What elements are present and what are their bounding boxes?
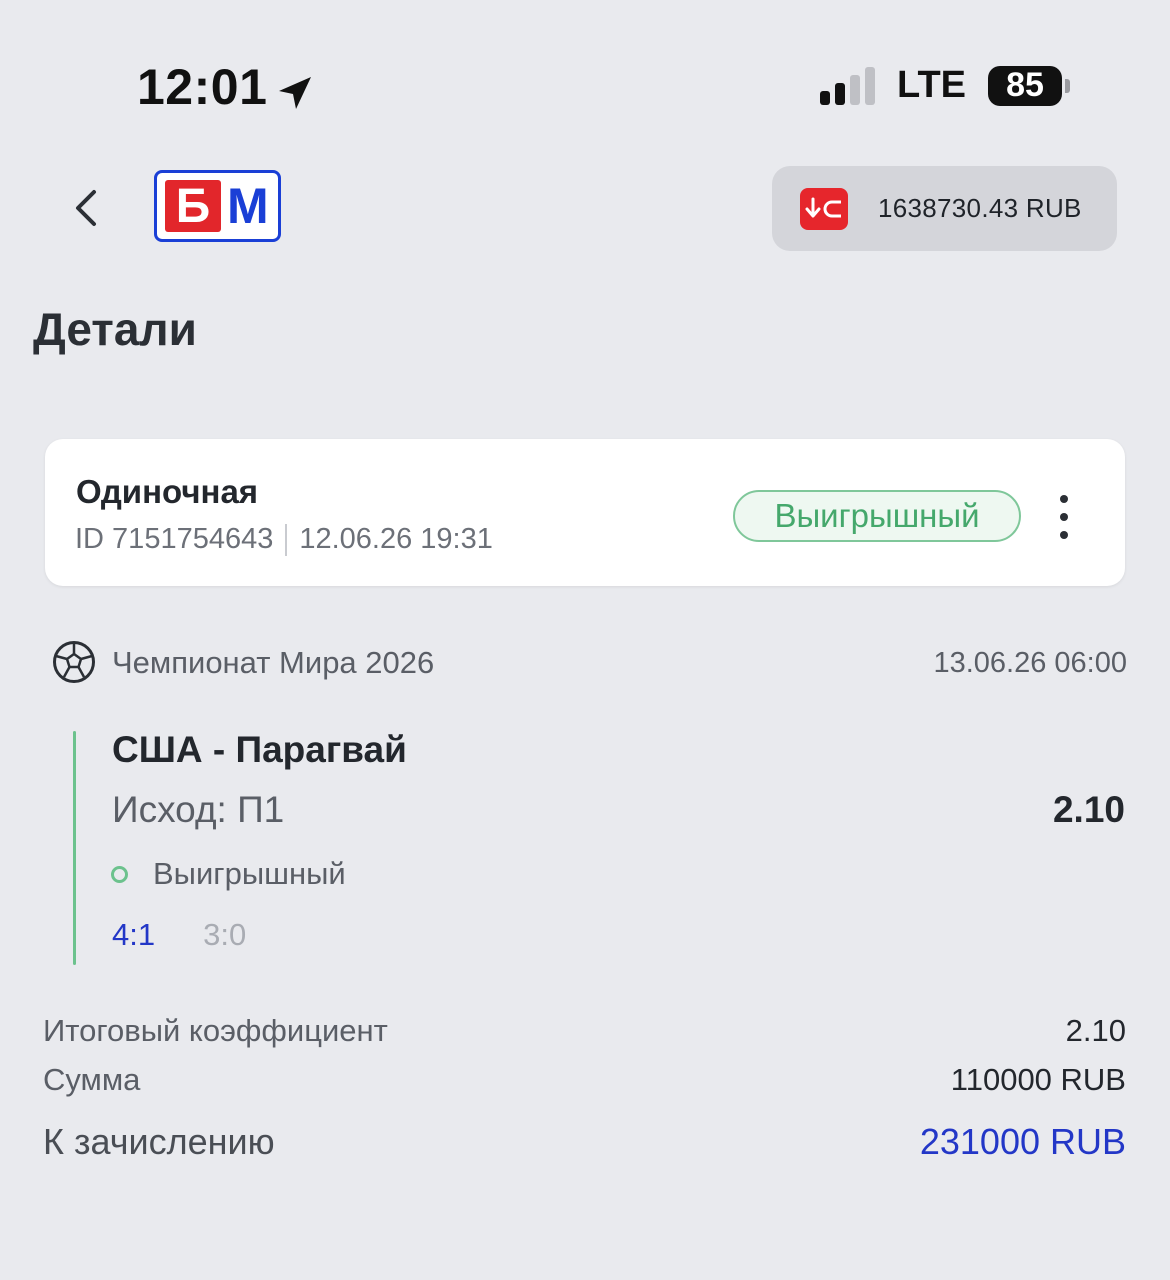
chevron-left-icon [76,190,96,226]
logo-letter-m: М [227,178,269,234]
bet-summary-card: Одиночная ID 7151754643 12.06.26 19:31 В… [45,439,1125,586]
back-button[interactable] [62,180,112,236]
soccer-ball-icon [52,640,96,684]
result-text: Выигрышный [153,856,346,891]
final-score: 4:1 [112,917,156,952]
match-name: США - Парагвай [112,729,407,770]
stake-value: 110000 RUB [950,1062,1126,1097]
bet-type: Одиночная [76,473,259,510]
total-coefficient-value: 2.10 [1065,1013,1126,1048]
stake-row: Сумма 110000 RUB [43,1062,1126,1098]
payout-value: 231000 RUB [919,1121,1126,1162]
payout-label: К зачислению [43,1121,275,1162]
battery-icon: 85 [988,65,1070,106]
tournament-name: Чемпионат Мира 2026 [112,645,435,680]
event-odds: 2.10 [1052,789,1125,830]
status-indicators: LTE 85 [820,64,1070,107]
stake-label: Сумма [43,1062,141,1097]
event-date: 13.06.26 06:00 [933,647,1127,679]
event-accent-line [73,731,76,965]
status-time-text: 12:01 [137,59,268,115]
signal-icon [820,66,876,105]
network-type: LTE [897,64,966,106]
bet-datetime: 12.06.26 19:31 [299,523,493,555]
balance-amount: 1638730.43 RUB [878,193,1082,223]
balance-button[interactable]: 1638730.43 RUB [772,166,1117,251]
bet-meta: ID 7151754643 12.06.26 19:31 [75,523,493,556]
location-arrow-icon [275,67,315,109]
status-badge: Выигрышный [733,490,1021,542]
bet-outcome: Исход: П1 [112,789,285,830]
half-time-score: 3:0 [203,917,247,952]
logo-letter-b: Б [165,180,221,233]
more-vertical-icon [1060,495,1068,539]
divider [285,523,288,556]
total-coefficient-label: Итоговый коэффициент [43,1013,388,1048]
status-time: 12:01 [137,58,315,116]
result-status-icon [111,865,128,883]
payout-row: К зачислению 231000 RUB [43,1121,1126,1163]
page-title: Детали [33,303,197,355]
total-coefficient-row: Итоговый коэффициент 2.10 [43,1013,1126,1049]
wallet-icon [800,187,848,230]
score-row: 4:1 3:0 [112,917,246,953]
brand-logo[interactable]: Б М [154,170,281,242]
battery-level: 85 [988,65,1062,106]
more-options-button[interactable] [1049,495,1079,539]
event-result: Выигрышный [111,856,346,892]
event-header: Чемпионат Мира 2026 13.06.26 06:00 [52,640,1127,686]
bet-id: ID 7151754643 [75,523,274,555]
